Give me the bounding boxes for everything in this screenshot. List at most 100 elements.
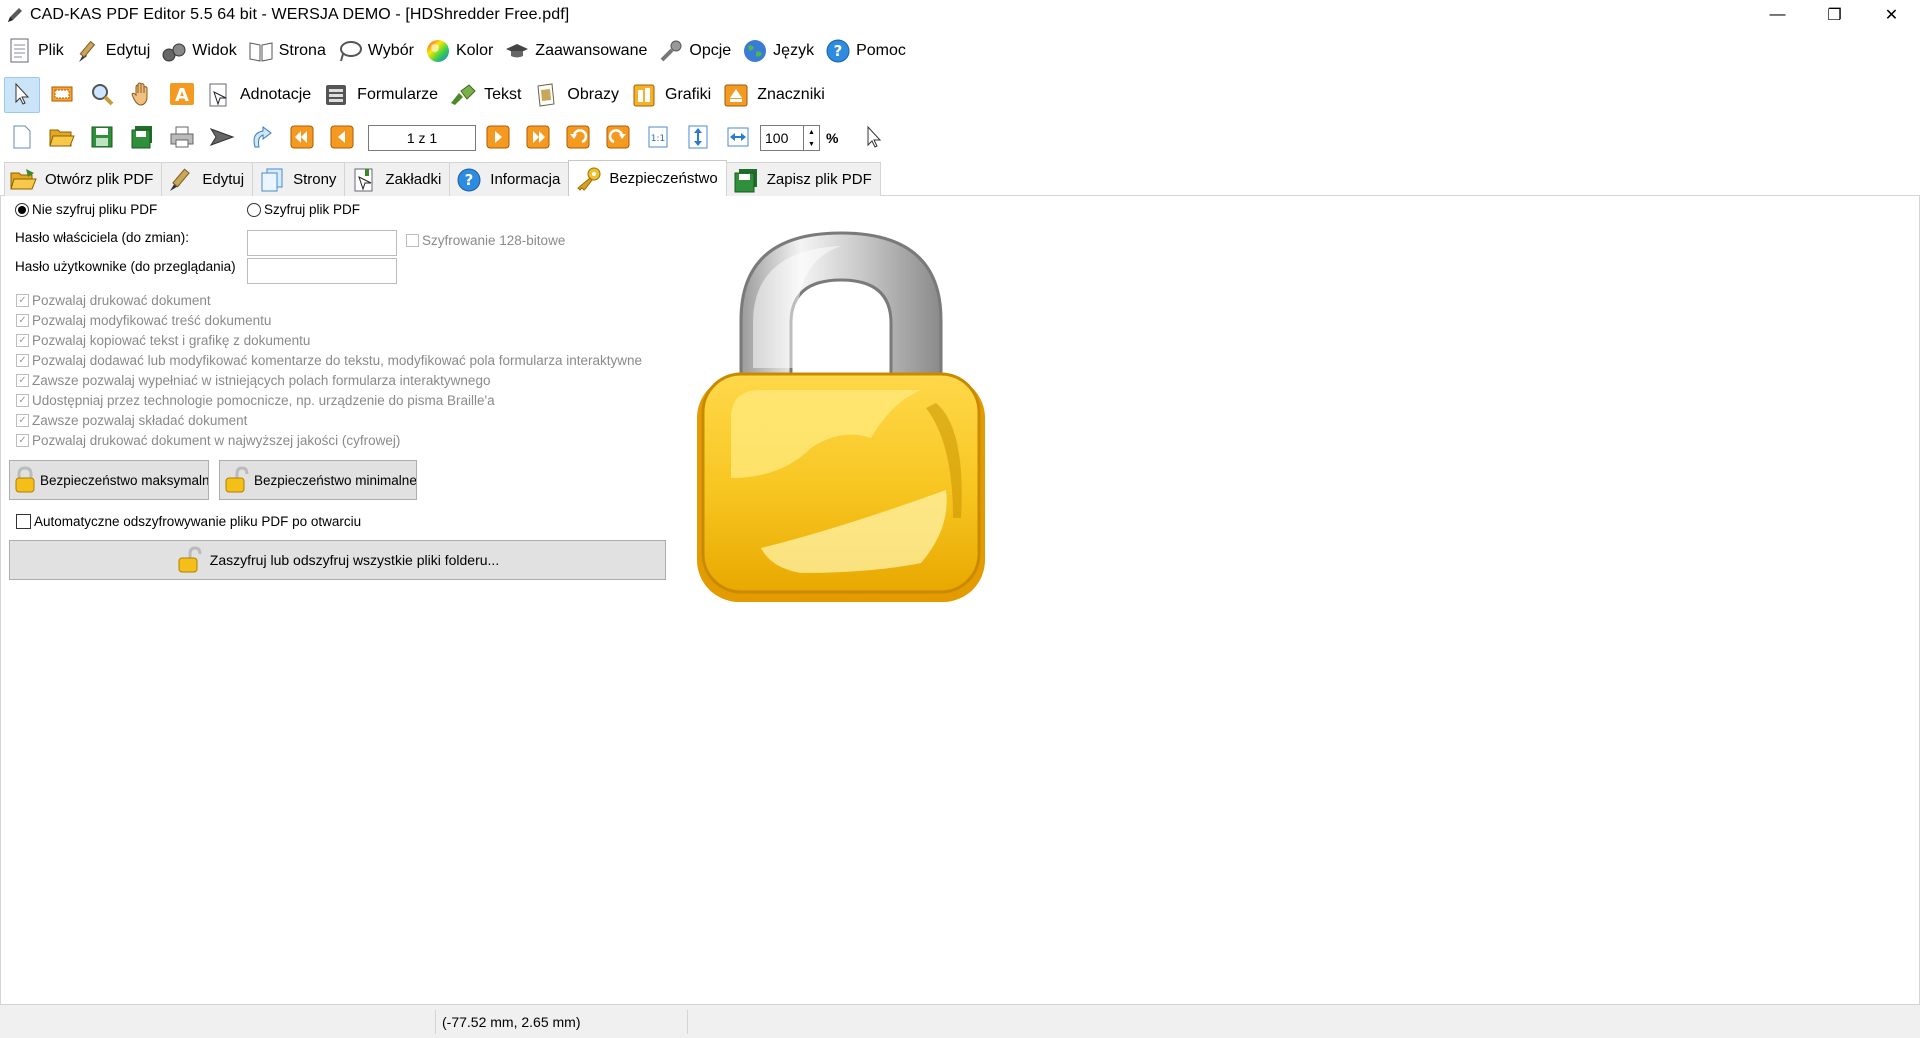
previous-page-button[interactable] bbox=[324, 120, 360, 156]
encryption-128-checkbox[interactable]: Szyfrowanie 128-bitowe bbox=[406, 233, 565, 248]
actual-size-button[interactable]: 1:1 bbox=[640, 120, 676, 156]
page-number-input[interactable]: 1 z 1 bbox=[368, 125, 476, 151]
max-security-button[interactable]: Bezpieczeństwo maksymalne bbox=[9, 460, 209, 500]
spin-down-icon[interactable]: ▼ bbox=[808, 141, 815, 148]
send-button[interactable] bbox=[204, 120, 240, 156]
tab-bezpieczenstwo[interactable]: Bezpieczeństwo bbox=[568, 160, 727, 196]
open-folder-icon bbox=[9, 166, 39, 194]
auto-decrypt-control[interactable] bbox=[16, 514, 31, 529]
save-all-button[interactable] bbox=[124, 120, 160, 156]
permission-modify-checkbox[interactable]: ✓ bbox=[16, 314, 29, 327]
menu-kolor[interactable]: Kolor bbox=[424, 34, 493, 68]
text-edit-icon bbox=[448, 80, 478, 110]
new-document-button[interactable] bbox=[4, 120, 40, 156]
permission-print-hq[interactable]: ✓ Pozwalaj drukować dokument w najwyższe… bbox=[16, 433, 400, 448]
floppy-disk-icon bbox=[90, 125, 114, 152]
user-password-input[interactable] bbox=[247, 258, 397, 284]
menu-wybor[interactable]: Wybór bbox=[336, 34, 414, 68]
first-page-button[interactable] bbox=[284, 120, 320, 156]
encryption-128-control[interactable] bbox=[406, 234, 419, 247]
permission-accessibility[interactable]: ✓ Udostępniaj przez technologie pomocnic… bbox=[16, 393, 495, 408]
rotate-right-button[interactable] bbox=[600, 120, 636, 156]
permission-fill-forms-checkbox[interactable]: ✓ bbox=[16, 374, 29, 387]
menu-opcje[interactable]: Opcje bbox=[657, 34, 731, 68]
tools-toolbar: A Adnotacje Formularze Tekst Obrazy Graf… bbox=[0, 74, 1920, 116]
znaczniki-button[interactable]: Znaczniki bbox=[721, 77, 825, 113]
annotation-icon bbox=[204, 80, 234, 110]
permission-print-hq-checkbox[interactable]: ✓ bbox=[16, 434, 29, 447]
padlock-icon bbox=[697, 231, 985, 602]
select-tool-button[interactable] bbox=[4, 77, 40, 113]
encrypt-folder-button[interactable]: Zaszyfruj lub odszyfruj wszystkie pliki … bbox=[9, 540, 666, 580]
permission-print[interactable]: ✓ Pozwalaj drukować dokument bbox=[16, 293, 211, 308]
last-page-icon bbox=[526, 125, 550, 152]
menu-strona[interactable]: Strona bbox=[247, 34, 326, 68]
menu-pomoc[interactable]: ? Pomoc bbox=[824, 34, 906, 68]
minimize-button[interactable]: — bbox=[1749, 0, 1806, 30]
owner-password-input[interactable] bbox=[247, 230, 397, 256]
permission-annotate[interactable]: ✓ Pozwalaj dodawać lub modyfikować komen… bbox=[16, 353, 642, 368]
rotate-right-icon bbox=[606, 125, 630, 152]
grafiki-button[interactable]: Grafiki bbox=[629, 77, 711, 113]
zoom-spinner[interactable]: ▲ ▼ bbox=[804, 125, 820, 151]
permission-assemble-checkbox[interactable]: ✓ bbox=[16, 414, 29, 427]
pointer-button[interactable] bbox=[856, 120, 892, 156]
rotate-left-button[interactable] bbox=[560, 120, 596, 156]
send-arrow-icon bbox=[209, 126, 235, 151]
radio-encrypt[interactable]: Szyfruj plik PDF bbox=[247, 202, 360, 217]
text-tool-button[interactable]: A bbox=[164, 77, 200, 113]
menu-edytuj[interactable]: Edytuj bbox=[74, 34, 150, 68]
radio-no-encrypt-control[interactable] bbox=[15, 202, 29, 217]
tab-zakladki[interactable]: Zakładki bbox=[344, 162, 451, 196]
adnotacje-button[interactable]: Adnotacje bbox=[204, 77, 311, 113]
open-folder-button[interactable] bbox=[44, 120, 80, 156]
last-page-button[interactable] bbox=[520, 120, 556, 156]
permission-copy[interactable]: ✓ Pozwalaj kopiować tekst i grafikę z do… bbox=[16, 333, 310, 348]
formularze-button[interactable]: Formularze bbox=[321, 77, 438, 113]
permission-copy-checkbox[interactable]: ✓ bbox=[16, 334, 29, 347]
tab-zapisz-plik[interactable]: Zapisz plik PDF bbox=[725, 162, 881, 196]
svg-text:?: ? bbox=[834, 42, 843, 60]
permission-annotate-checkbox[interactable]: ✓ bbox=[16, 354, 29, 367]
book-icon bbox=[247, 37, 275, 65]
menu-jezyk[interactable]: Język bbox=[741, 34, 814, 68]
menu-plik[interactable]: Plik bbox=[6, 34, 64, 68]
folder-open-icon bbox=[49, 126, 75, 151]
security-panel: Nie szyfruj pliku PDF Szyfruj plik PDF H… bbox=[0, 196, 1920, 1004]
permission-accessibility-checkbox[interactable]: ✓ bbox=[16, 394, 29, 407]
lock-closed-icon bbox=[14, 465, 36, 495]
fit-width-button[interactable] bbox=[720, 120, 756, 156]
obrazy-button[interactable]: Obrazy bbox=[531, 77, 619, 113]
tab-strony[interactable]: Strony bbox=[252, 162, 346, 196]
next-page-button[interactable] bbox=[480, 120, 516, 156]
tekst-button[interactable]: Tekst bbox=[448, 77, 521, 113]
permission-assemble[interactable]: ✓ Zawsze pozwalaj składać dokument bbox=[16, 413, 247, 428]
svg-text:A: A bbox=[175, 85, 189, 106]
navigation-toolbar: 1 z 1 1:1 100 ▲ ▼ % bbox=[0, 118, 1920, 158]
tab-edytuj[interactable]: Edytuj bbox=[161, 162, 254, 196]
maximize-button[interactable]: ❐ bbox=[1806, 0, 1863, 30]
hand-tool-button[interactable] bbox=[124, 77, 160, 113]
menu-zaawansowane[interactable]: Zaawansowane bbox=[503, 34, 647, 68]
zoom-input[interactable]: 100 bbox=[760, 125, 804, 151]
radio-no-encrypt[interactable]: Nie szyfruj pliku PDF bbox=[15, 202, 157, 217]
spin-up-icon[interactable]: ▲ bbox=[808, 129, 815, 136]
print-button[interactable] bbox=[164, 120, 200, 156]
permission-print-checkbox[interactable]: ✓ bbox=[16, 294, 29, 307]
rotate-left-icon bbox=[566, 125, 590, 152]
permission-modify[interactable]: ✓ Pozwalaj modyfikować treść dokumentu bbox=[16, 313, 271, 328]
tab-otworz-plik[interactable]: Otwórz plik PDF bbox=[4, 162, 163, 196]
radio-encrypt-control[interactable] bbox=[247, 202, 261, 217]
auto-decrypt-checkbox[interactable]: Automatyczne odszyfrowywanie pliku PDF p… bbox=[16, 514, 361, 529]
menu-widok[interactable]: Widok bbox=[160, 34, 237, 68]
wrench-icon bbox=[657, 37, 685, 65]
tab-informacja[interactable]: ? Informacja bbox=[449, 162, 570, 196]
min-security-button[interactable]: Bezpieczeństwo minimalne bbox=[219, 460, 417, 500]
permission-fill-forms[interactable]: ✓ Zawsze pozwalaj wypełniać w istniejący… bbox=[16, 373, 490, 388]
zoom-tool-button[interactable] bbox=[84, 77, 120, 113]
rectangle-select-tool-button[interactable] bbox=[44, 77, 80, 113]
close-button[interactable]: ✕ bbox=[1863, 0, 1920, 30]
rotate-view-button[interactable] bbox=[244, 120, 280, 156]
fit-height-button[interactable] bbox=[680, 120, 716, 156]
save-button[interactable] bbox=[84, 120, 120, 156]
